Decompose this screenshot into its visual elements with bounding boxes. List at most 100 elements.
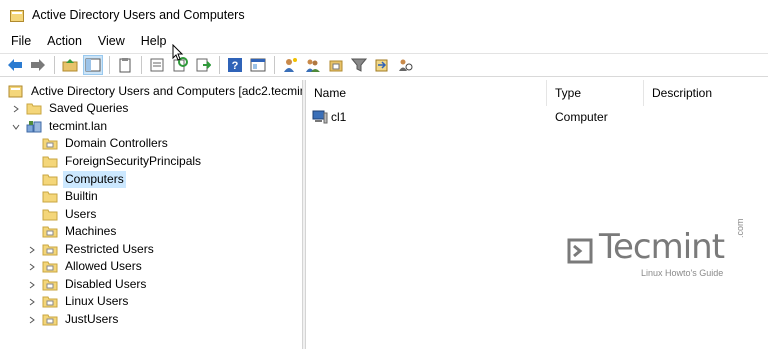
mouse-cursor-icon (172, 44, 184, 61)
tree-item-label: Saved Queries (49, 101, 129, 115)
export-list-icon[interactable] (193, 55, 213, 75)
tree-item-allowed-users[interactable]: Allowed Users (26, 258, 144, 275)
tree-item-label: Computers (63, 171, 126, 188)
tree-item-label: Builtin (65, 189, 98, 203)
ou-folder-icon (42, 138, 58, 150)
chevron-down-icon[interactable] (10, 121, 22, 133)
tree-item-label: Linux Users (65, 294, 129, 308)
column-header-name[interactable]: Name (306, 80, 547, 106)
computer-icon (312, 110, 328, 124)
chevron-right-icon[interactable] (10, 103, 22, 115)
watermark-suffix: .com (735, 218, 745, 238)
tree-item-disabled-users[interactable]: Disabled Users (26, 276, 148, 293)
chevron-right-icon[interactable] (26, 261, 38, 273)
properties-icon[interactable] (147, 55, 167, 75)
column-header-description[interactable]: Description (644, 80, 768, 106)
toolbar: ? (0, 53, 768, 77)
no-expander (26, 156, 38, 168)
clipboard-icon[interactable] (115, 55, 135, 75)
tree-item-label: tecmint.lan (49, 119, 108, 133)
add-to-group-icon[interactable] (372, 55, 392, 75)
tree-pane[interactable]: Active Directory Users and Computers [ad… (0, 80, 302, 349)
tree-item-foreign-security-principals[interactable]: ForeignSecurityPrincipals (26, 153, 203, 170)
menu-help[interactable]: Help (133, 31, 175, 51)
menu-action[interactable]: Action (39, 31, 90, 51)
toolbar-separator (141, 56, 142, 74)
ou-folder-icon (42, 279, 58, 291)
computer-name: cl1 (331, 110, 347, 124)
tree-item-label: Machines (65, 224, 117, 238)
no-expander (26, 226, 38, 238)
title-bar: Active Directory Users and Computers (0, 0, 768, 30)
new-user-icon[interactable] (280, 55, 300, 75)
new-group-icon[interactable] (303, 55, 323, 75)
tree-item-linux-users[interactable]: Linux Users (26, 293, 130, 310)
menu-bar: File Action View Help (0, 31, 768, 51)
tree-item-label: Users (65, 207, 97, 221)
type-cell: Computer (555, 108, 608, 126)
column-header-label: Description (652, 86, 713, 100)
tree-item-label: ForeignSecurityPrincipals (65, 154, 202, 168)
aduc-root-icon (8, 85, 23, 98)
no-expander (26, 191, 38, 203)
domain-icon (26, 121, 42, 133)
window-title: Active Directory Users and Computers (32, 8, 245, 22)
watermark-tagline: Linux Howto's Guide (641, 268, 724, 278)
chevron-right-icon[interactable] (26, 296, 38, 308)
tree-item-justusers[interactable]: JustUsers (26, 311, 120, 328)
show-hide-tree-icon[interactable] (83, 55, 103, 75)
table-row[interactable]: cl1 Computer (306, 108, 768, 126)
column-header-label: Type (555, 86, 582, 100)
tree-item-label: Domain Controllers (65, 136, 168, 150)
console-view-icon[interactable] (248, 55, 268, 75)
tree-item-users[interactable]: Users (26, 206, 98, 223)
tree-item-label: Restricted Users (65, 242, 154, 256)
up-folder-icon[interactable] (60, 55, 80, 75)
column-header-type[interactable]: Type (547, 80, 644, 106)
toolbar-separator (274, 56, 275, 74)
tree-item-machines[interactable]: Machines (26, 223, 118, 240)
no-expander (26, 138, 38, 150)
help-icon[interactable]: ? (225, 55, 245, 75)
forward-arrow-icon[interactable] (28, 55, 48, 75)
chevron-right-icon[interactable] (26, 279, 38, 291)
toolbar-separator (219, 56, 220, 74)
folder-icon (42, 156, 58, 168)
chevron-right-icon[interactable] (26, 244, 38, 256)
tree-item-builtin[interactable]: Builtin (26, 188, 100, 205)
tree-item-saved-queries[interactable]: Saved Queries (10, 100, 130, 117)
tree-item-domain-controllers[interactable]: Domain Controllers (26, 135, 170, 152)
ou-folder-icon (42, 261, 58, 273)
column-header-label: Name (314, 86, 347, 100)
tree-item-label: JustUsers (65, 312, 119, 326)
tecmint-watermark: Tecmint .com Linux Howto's Guide (565, 218, 745, 280)
svg-text:?: ? (232, 60, 239, 72)
toolbar-separator (109, 56, 110, 74)
tree-item-restricted-users[interactable]: Restricted Users (26, 241, 156, 258)
chevron-right-icon[interactable] (26, 314, 38, 326)
tree-item-label: Allowed Users (65, 259, 142, 273)
filter-icon[interactable] (349, 55, 369, 75)
new-ou-icon[interactable] (326, 55, 346, 75)
back-arrow-icon[interactable] (5, 55, 25, 75)
tree-item-computers[interactable]: Computers (26, 171, 126, 188)
computer-type: Computer (555, 110, 608, 124)
watermark-brand: Tecmint (599, 227, 725, 267)
name-cell: cl1 (312, 108, 346, 126)
tree-item-tecmint-lan[interactable]: tecmint.lan (10, 118, 109, 135)
tree-root[interactable]: Active Directory Users and Computers [ad… (8, 83, 302, 100)
delegate-icon[interactable] (395, 55, 415, 75)
list-pane[interactable]: Name Type Description cl1 Computer (306, 80, 768, 349)
menu-file[interactable]: File (0, 31, 39, 51)
folder-icon (42, 174, 58, 186)
toolbar-separator (54, 56, 55, 74)
tree-root-label: Active Directory Users and Computers [ad… (31, 84, 302, 98)
app-icon (10, 9, 24, 22)
ou-folder-icon (42, 244, 58, 256)
no-expander (26, 174, 38, 186)
no-expander (26, 209, 38, 221)
tree-item-label: Disabled Users (65, 277, 147, 291)
folder-icon (26, 103, 42, 115)
menu-view[interactable]: View (90, 31, 133, 51)
ou-folder-icon (42, 296, 58, 308)
